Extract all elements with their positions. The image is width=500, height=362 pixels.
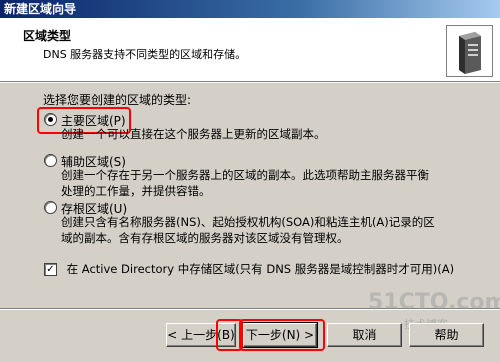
store-in-ad-label: 在 Active Directory 中存储区域(只有 DNS 服务器是域控制器… — [66, 262, 455, 276]
cancel-button[interactable]: 取消 — [327, 323, 402, 347]
help-button[interactable]: 帮助 — [409, 323, 484, 347]
radio-secondary-indicator[interactable] — [44, 154, 57, 167]
primary-desc-line-1: 创建一个可以直接在这个服务器上更新的区域副本。 — [61, 127, 326, 141]
store-in-ad-checkbox[interactable]: ✓ — [44, 263, 57, 276]
radio-stub-indicator[interactable] — [44, 201, 57, 214]
server-icon — [446, 25, 493, 77]
primary-zone-description: 创建一个可以直接在这个服务器上更新的区域副本。 — [61, 126, 326, 142]
store-in-ad-checkbox-row[interactable]: ✓ 在 Active Directory 中存储区域(只有 DNS 服务器是域控… — [44, 261, 454, 277]
stub-zone-description: 创建只含有名称服务器(NS)、起始授权机构(SOA)和粘连主机(A)记录的区 域… — [61, 214, 435, 246]
new-zone-wizard-window: 新建区域向导 区域类型 DNS 服务器支持不同类型的区域和存储。 选择您要创建的… — [0, 0, 500, 362]
window-title: 新建区域向导 — [4, 2, 77, 16]
page-subtitle: DNS 服务器支持不同类型的区域和存储。 — [43, 48, 247, 61]
stub-desc-line-2: 域的副本。含有存根区域的服务器对该区域没有管理权。 — [61, 231, 349, 245]
page-title: 区域类型 — [23, 29, 72, 43]
radio-stub-zone[interactable]: 存根区域(U) — [44, 200, 127, 216]
secondary-zone-description: 创建一个存在于另一个服务器上的区域的副本。此选项帮助主服务器平衡 处理的工作量，… — [61, 167, 429, 199]
wizard-header: 区域类型 DNS 服务器支持不同类型的区域和存储。 — [0, 18, 500, 81]
stub-desc-line-1: 创建只含有名称服务器(NS)、起始授权机构(SOA)和粘连主机(A)记录的区 — [61, 215, 435, 229]
secondary-desc-line-2: 处理的工作量，并提供容错。 — [61, 184, 211, 198]
header-divider — [0, 81, 500, 83]
annotation-highlight-next — [239, 319, 325, 351]
watermark-text: 51CTO.com — [368, 290, 500, 315]
radio-secondary-zone[interactable]: 辅助区域(S) — [44, 153, 126, 169]
secondary-desc-line-1: 创建一个存在于另一个服务器上的区域的副本。此选项帮助主服务器平衡 — [61, 168, 429, 182]
zone-type-prompt: 选择您要创建的区域的类型: — [43, 93, 192, 107]
title-bar[interactable]: 新建区域向导 — [0, 0, 500, 18]
